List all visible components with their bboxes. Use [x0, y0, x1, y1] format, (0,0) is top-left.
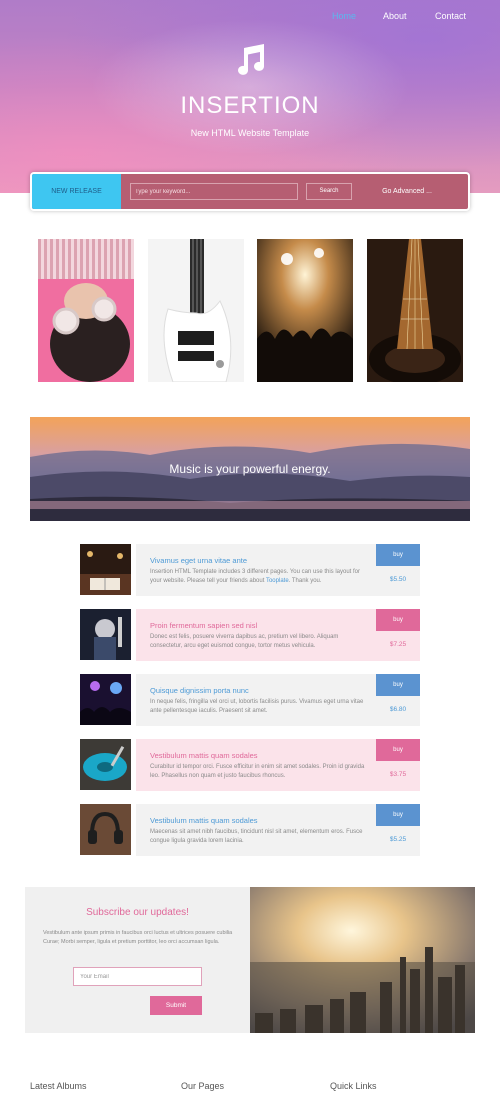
- gallery-image-guitar-neck[interactable]: [367, 239, 463, 382]
- buy-button[interactable]: buy: [376, 609, 420, 631]
- buy-button[interactable]: buy: [376, 804, 420, 826]
- search-bar: NEW RELEASE Search Go Advanced ...: [30, 172, 470, 211]
- track-row: Proin fermentum sapien sed nisl Donec es…: [80, 609, 420, 661]
- subscribe-panel: Subscribe our updates! Vestibulum ante i…: [25, 887, 250, 1033]
- footer-heading-latest-albums: Latest Albums: [30, 1081, 87, 1091]
- track-thumbnail[interactable]: [80, 544, 131, 595]
- track-thumbnail[interactable]: [80, 739, 131, 790]
- keyword-search-input[interactable]: [130, 183, 298, 200]
- gallery-image-bass-guitar[interactable]: [148, 239, 244, 382]
- go-advanced-link[interactable]: Go Advanced ...: [372, 183, 442, 200]
- track-purchase: buy $3.75: [376, 739, 420, 791]
- track-row: Vestibulum mattis quam sodales Curabitur…: [80, 739, 420, 791]
- search-button[interactable]: Search: [306, 183, 352, 200]
- footer-heading-quick-links: Quick Links: [330, 1081, 377, 1091]
- hero-banner: Music is your powerful energy.: [30, 417, 470, 521]
- track-description: Insertion HTML Template includes 3 diffe…: [150, 568, 368, 586]
- track-purchase: buy $5.50: [376, 544, 420, 596]
- buy-button[interactable]: buy: [376, 544, 420, 566]
- track-description-text: Insertion HTML Template includes 3 diffe…: [150, 569, 361, 584]
- hero-header: Home About Contact INSERTION New HTML We…: [0, 0, 500, 193]
- track-info: Vivamus eget urna vitae ante Insertion H…: [136, 544, 376, 596]
- track-description: In neque felis, fringilla vel orci ut, l…: [150, 699, 364, 714]
- buy-button[interactable]: buy: [376, 739, 420, 761]
- track-title[interactable]: Proin fermentum sapien sed nisl: [150, 621, 257, 630]
- footer-heading-our-pages: Our Pages: [181, 1081, 225, 1091]
- track-price: $7.25: [389, 641, 407, 648]
- track-description: Maecenas sit amet nibh faucibus, tincidu…: [150, 829, 363, 844]
- track-info: Vestibulum mattis quam sodales Curabitur…: [136, 739, 376, 791]
- track-row: Quisque dignissim porta nunc In neque fe…: [80, 674, 420, 726]
- buy-button[interactable]: buy: [376, 674, 420, 696]
- tooplate-link[interactable]: Tooplate: [266, 578, 289, 584]
- track-info: Quisque dignissim porta nunc In neque fe…: [136, 674, 376, 726]
- submit-button[interactable]: Submit: [150, 996, 202, 1015]
- nav-home[interactable]: Home: [332, 11, 356, 21]
- track-title[interactable]: Vestibulum mattis quam sodales: [150, 816, 258, 825]
- track-row: Vestibulum mattis quam sodales Maecenas …: [80, 804, 420, 856]
- site-subtitle: New HTML Website Template: [190, 128, 310, 138]
- nav-about[interactable]: About: [383, 11, 407, 21]
- site-title: INSERTION: [180, 92, 320, 119]
- track-price: $6.80: [389, 706, 407, 713]
- track-price: $5.50: [389, 576, 407, 583]
- track-thumbnail[interactable]: [80, 804, 131, 855]
- gallery-image-headphones[interactable]: [38, 239, 134, 382]
- track-title[interactable]: Vivamus eget urna vitae ante: [150, 556, 247, 565]
- track-price: $5.25: [389, 836, 407, 843]
- track-info: Vestibulum mattis quam sodales Maecenas …: [136, 804, 376, 856]
- track-title[interactable]: Quisque dignissim porta nunc: [150, 686, 249, 695]
- track-price: $3.75: [389, 771, 407, 778]
- track-info: Proin fermentum sapien sed nisl Donec es…: [136, 609, 376, 661]
- subscribe-text: Vestibulum ante ipsum primis in faucibus…: [43, 930, 233, 945]
- nav-contact[interactable]: Contact: [435, 11, 466, 21]
- banner-tagline: Music is your powerful energy.: [169, 462, 331, 476]
- track-thumbnail[interactable]: [80, 674, 131, 725]
- track-description: Curabitur id tempor orci. Fusce efficitu…: [150, 764, 365, 779]
- music-note-icon: [238, 44, 265, 75]
- track-purchase: buy $5.25: [376, 804, 420, 856]
- email-field[interactable]: [73, 967, 202, 986]
- track-description: Donec est felis, posuere viverra dapibus…: [150, 634, 339, 649]
- track-purchase: buy $7.25: [376, 609, 420, 661]
- track-description-end: . Thank you.: [288, 578, 322, 584]
- track-title[interactable]: Vestibulum mattis quam sodales: [150, 751, 258, 760]
- new-release-tab[interactable]: NEW RELEASE: [32, 174, 121, 209]
- subscribe-title: Subscribe our updates!: [86, 907, 189, 918]
- city-skyline-image: [250, 887, 475, 1033]
- gallery-image-concert[interactable]: [257, 239, 353, 382]
- track-thumbnail[interactable]: [80, 609, 131, 660]
- track-purchase: buy $6.80: [376, 674, 420, 726]
- track-row: Vivamus eget urna vitae ante Insertion H…: [80, 544, 420, 596]
